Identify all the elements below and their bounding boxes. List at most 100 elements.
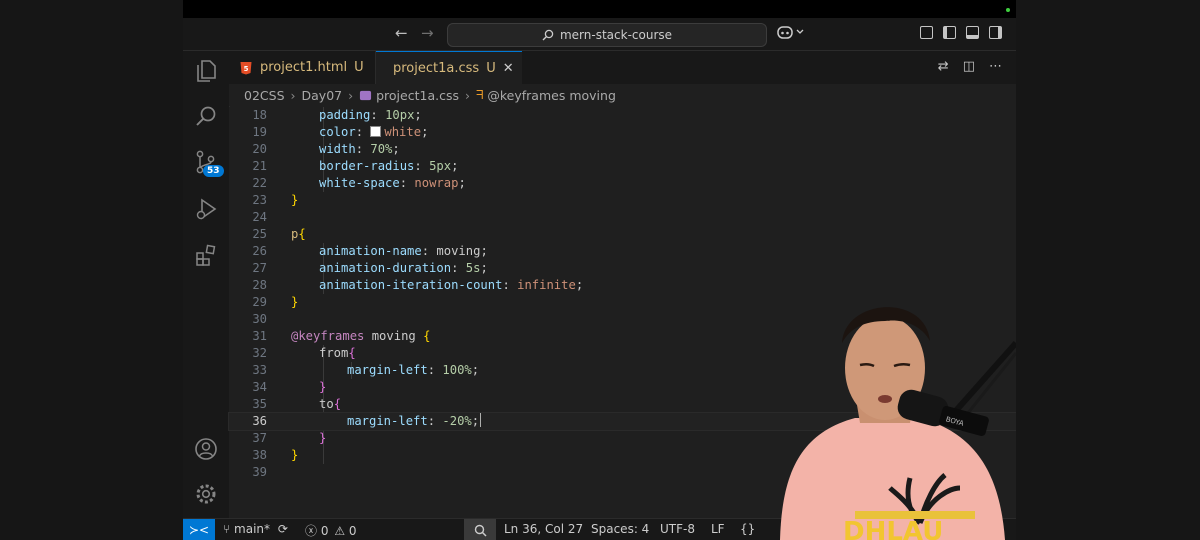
line-number: 38 — [252, 448, 267, 462]
code-line[interactable]: 23} — [229, 192, 1016, 209]
tab-project1-html[interactable]: 5 project1.html U — [229, 51, 376, 84]
breadcrumb-folder[interactable]: 02CSS — [244, 88, 285, 103]
git-branch-icon: ⑂ — [223, 522, 231, 536]
line-number: 36 — [252, 414, 267, 428]
presenter-video-image: BOYA DHLAU — [780, 307, 1016, 540]
language-mode-icon[interactable]: {} — [740, 522, 755, 536]
end-of-line[interactable]: LF — [711, 522, 725, 536]
accounts-icon[interactable] — [194, 437, 218, 461]
code-text: width: 70%; — [319, 142, 400, 156]
line-number: 26 — [252, 244, 267, 258]
code-line[interactable]: 27 animation-duration: 5s; — [229, 260, 1016, 277]
line-number: 25 — [252, 227, 267, 241]
tab-project1a-css[interactable]: css project1a.css U ✕ — [376, 51, 522, 84]
code-line[interactable]: 25 p{ — [229, 226, 1016, 243]
tab-untracked-status: U — [354, 60, 364, 75]
code-text: } — [291, 295, 299, 309]
toggle-secondary-sidebar-icon[interactable] — [989, 26, 1002, 39]
chevron-right-icon: › — [290, 87, 296, 103]
color-swatch[interactable] — [370, 126, 382, 137]
copilot-icon[interactable] — [777, 24, 807, 44]
sync-icon[interactable]: ⟳ — [278, 522, 288, 536]
search-icon[interactable] — [194, 104, 218, 128]
line-number: 21 — [252, 159, 267, 173]
line-number: 35 — [252, 397, 267, 411]
back-arrow-icon[interactable]: ← — [395, 24, 408, 42]
search-icon — [542, 29, 554, 41]
code-text: from{ — [319, 346, 356, 360]
activity-bar: 53 — [183, 51, 230, 518]
line-number: 33 — [252, 363, 267, 377]
more-actions-icon[interactable]: ⋯ — [989, 59, 1002, 74]
symbol-keyframes-icon: ᖷ — [475, 87, 484, 102]
code-text: white-space: nowrap; — [319, 176, 466, 190]
line-number: 24 — [252, 210, 267, 224]
line-number: 20 — [252, 142, 267, 156]
line-number: 29 — [252, 295, 267, 309]
breadcrumb-file[interactable]: project1a.css — [376, 88, 459, 103]
run-debug-icon[interactable] — [194, 197, 218, 221]
customize-layout-icon[interactable] — [920, 26, 933, 39]
shirt-print-text: DHLAU — [843, 517, 943, 540]
toggle-panel-icon[interactable] — [966, 26, 979, 39]
settings-gear-icon[interactable] — [194, 482, 218, 506]
cursor-position[interactable]: Ln 36, Col 27 — [504, 522, 583, 536]
line-number: 37 — [252, 431, 267, 445]
code-text: } — [319, 380, 327, 394]
explorer-icon[interactable] — [194, 59, 218, 83]
recording-indicator — [1006, 8, 1010, 12]
line-number: 18 — [252, 108, 267, 122]
toggle-primary-sidebar-icon[interactable] — [943, 26, 956, 39]
breadcrumb: 02CSS › Day07 › project1a.css › ᖷ @keyfr… — [229, 84, 1016, 106]
chevron-right-icon: › — [464, 87, 470, 103]
code-line[interactable]: 24 — [229, 209, 1016, 226]
line-number: 19 — [252, 125, 267, 139]
code-text: to{ — [319, 397, 342, 411]
command-center-search[interactable]: mern-stack-course — [447, 23, 767, 47]
indentation[interactable]: Spaces: 4 — [591, 522, 649, 536]
encoding[interactable]: UTF-8 — [660, 522, 695, 536]
open-changes-icon[interactable]: ⇄ — [938, 59, 949, 74]
code-text: animation-name: moving; — [319, 244, 488, 258]
close-icon[interactable]: ✕ — [503, 61, 514, 76]
zoom-icon[interactable] — [464, 519, 496, 540]
error-icon: ⓧ — [305, 524, 318, 538]
code-line[interactable]: 21 border-radius: 5px; — [229, 158, 1016, 175]
forward-arrow-icon[interactable]: → — [421, 24, 434, 42]
warning-icon: ⚠ — [334, 524, 346, 538]
problems-indicator[interactable]: ⓧ 0 ⚠ 0 — [305, 522, 357, 539]
remote-indicator-icon[interactable]: ≻< — [183, 519, 215, 540]
code-text: @keyframes moving { — [291, 329, 431, 343]
tab-untracked-status: U — [486, 60, 496, 76]
command-center-label: mern-stack-course — [559, 28, 673, 42]
code-text: padding: 10px; — [319, 108, 422, 122]
svg-text:5: 5 — [244, 65, 249, 73]
code-line[interactable]: 22 white-space: nowrap; — [229, 175, 1016, 192]
branch-name: main* — [234, 522, 271, 536]
extensions-icon[interactable] — [194, 243, 218, 267]
line-number: 28 — [252, 278, 267, 292]
code-text: border-radius: 5px; — [319, 159, 459, 173]
code-text: p{ — [291, 227, 306, 241]
breadcrumb-folder[interactable]: Day07 — [302, 88, 343, 103]
code-text: animation-duration: 5s; — [319, 261, 488, 275]
code-line[interactable]: 19 color: white; — [229, 124, 1016, 141]
tab-label: project1.html — [260, 60, 348, 75]
code-line[interactable]: 20 width: 70%; — [229, 141, 1016, 158]
html-file-icon: 5 — [240, 61, 252, 74]
line-number: 27 — [252, 261, 267, 275]
error-count: 0 — [320, 524, 329, 538]
text-cursor — [480, 413, 482, 427]
branch-indicator[interactable]: ⑂ main* ⟳ — [223, 522, 288, 536]
presenter-webcam-overlay: BOYA DHLAU — [760, 283, 1016, 540]
code-text: } — [291, 193, 299, 207]
code-line[interactable]: 18 padding: 10px; — [229, 107, 1016, 124]
split-editor-icon[interactable]: ◫ — [963, 59, 975, 74]
code-line[interactable]: 26 animation-name: moving; — [229, 243, 1016, 260]
source-control-badge: 53 — [203, 165, 224, 177]
line-number: 23 — [252, 193, 267, 207]
warning-count: 0 — [348, 524, 357, 538]
line-number: 22 — [252, 176, 267, 190]
editor-tab-bar: 5 project1.html U css project1a.css U ✕ … — [229, 51, 1016, 85]
breadcrumb-symbol[interactable]: @keyframes moving — [487, 88, 616, 103]
